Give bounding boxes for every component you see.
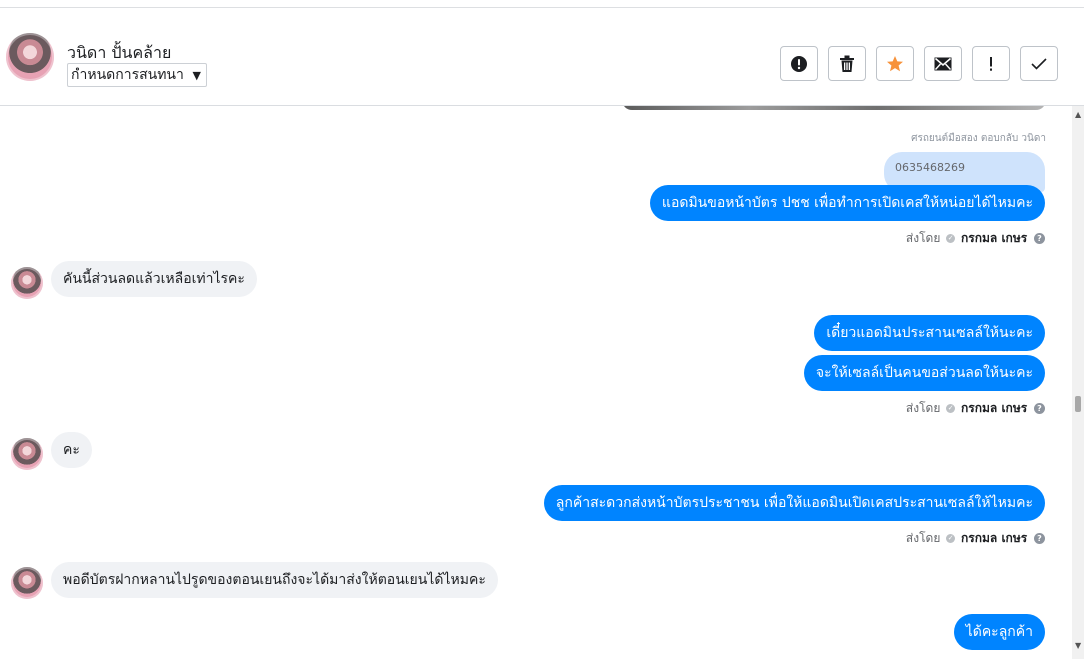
contact-avatar-small[interactable] — [11, 438, 43, 470]
contact-avatar-small[interactable] — [11, 567, 43, 599]
sent-by-prefix: ส่งโดย — [905, 231, 941, 245]
sent-by-name[interactable]: กรกมล เกษร — [961, 531, 1027, 545]
assign-conversation-dropdown[interactable]: กำหนดการสนทนา ▼ — [67, 63, 207, 87]
sent-by-info: ส่งโดย ✓ กรกมล เกษร ? — [906, 399, 1045, 418]
contact-avatar-small[interactable] — [11, 267, 43, 299]
message-bubble-incoming[interactable]: คะ — [51, 432, 92, 468]
conversation-header: วนิดา ปั้นคล้าย กำหนดการสนทนา ▼ — [0, 8, 1084, 106]
sent-by-info: ส่งโดย ✓ กรกมล เกษร ? — [906, 229, 1045, 248]
help-icon[interactable]: ? — [1034, 403, 1045, 414]
mark-spam-button[interactable] — [780, 46, 818, 81]
sent-by-info: ส่งโดย ✓ กรกมล เกษร ? — [906, 529, 1045, 548]
message-bubble-outgoing[interactable]: ลูกค้าสะดวกส่งหน้าบัตรประชาชน เพื่อให้แอ… — [543, 485, 1045, 521]
mark-unread-button[interactable] — [924, 46, 962, 81]
contact-avatar[interactable] — [6, 33, 54, 81]
message-thread[interactable]: ศรถยนต์มือสอง ตอบกลับ วนิดา 0635468269 แ… — [0, 106, 1072, 659]
trash-icon — [840, 55, 854, 72]
message-bubble-incoming[interactable]: คันนี้ส่วนลดแล้วเหลือเท่าไรคะ — [51, 261, 257, 297]
scrollbar-thumb[interactable] — [1075, 396, 1081, 412]
message-bubble-outgoing[interactable]: เดี๋ยวแอดมินประสานเซลล์ให้นะคะ — [814, 315, 1045, 351]
follow-up-button[interactable] — [972, 46, 1010, 81]
verified-icon: ✓ — [946, 534, 956, 543]
sent-by-prefix: ส่งโดย — [905, 531, 941, 545]
star-button[interactable] — [876, 46, 914, 81]
message-bubble-incoming[interactable]: พอดีบัตรฝากหลานไปรูดของตอนเยนถึงจะได้มาส… — [51, 562, 498, 598]
alert-circle-icon — [791, 55, 807, 72]
scroll-up-arrow-icon[interactable]: ▲ — [1075, 110, 1081, 119]
delete-button[interactable] — [828, 46, 866, 81]
mark-done-button[interactable] — [1020, 46, 1058, 81]
star-icon — [887, 55, 903, 71]
help-icon[interactable]: ? — [1034, 233, 1045, 244]
reply-context: ศรถยนต์มือสอง ตอบกลับ วนิดา — [911, 133, 1046, 144]
scrollbar[interactable] — [1072, 106, 1084, 659]
verified-icon: ✓ — [946, 234, 956, 243]
sent-by-name[interactable]: กรกมล เกษร — [961, 231, 1027, 245]
assign-conversation-label: กำหนดการสนทนา — [71, 67, 184, 83]
top-border — [0, 0, 1084, 8]
message-bubble-outgoing[interactable]: ได้คะลูกค้า — [953, 614, 1045, 650]
scroll-down-arrow-icon[interactable]: ▼ — [1075, 641, 1081, 650]
caret-down-icon: ▼ — [192, 69, 201, 82]
sent-by-name[interactable]: กรกมล เกษร — [961, 401, 1027, 415]
message-bubble-outgoing[interactable]: แอดมินขอหน้าบัตร ปชช เพื่อทำการเปิดเคสให… — [649, 185, 1045, 221]
shared-photo[interactable] — [622, 106, 1046, 110]
envelope-icon — [934, 57, 952, 70]
exclamation-icon — [990, 56, 992, 71]
message-bubble-outgoing[interactable]: จะให้เซลล์เป็นคนขอส่วนลดให้นะคะ — [803, 355, 1045, 391]
help-icon[interactable]: ? — [1034, 533, 1045, 544]
sent-by-prefix: ส่งโดย — [905, 401, 941, 415]
checkmark-icon — [1031, 57, 1047, 70]
verified-icon: ✓ — [946, 404, 956, 413]
